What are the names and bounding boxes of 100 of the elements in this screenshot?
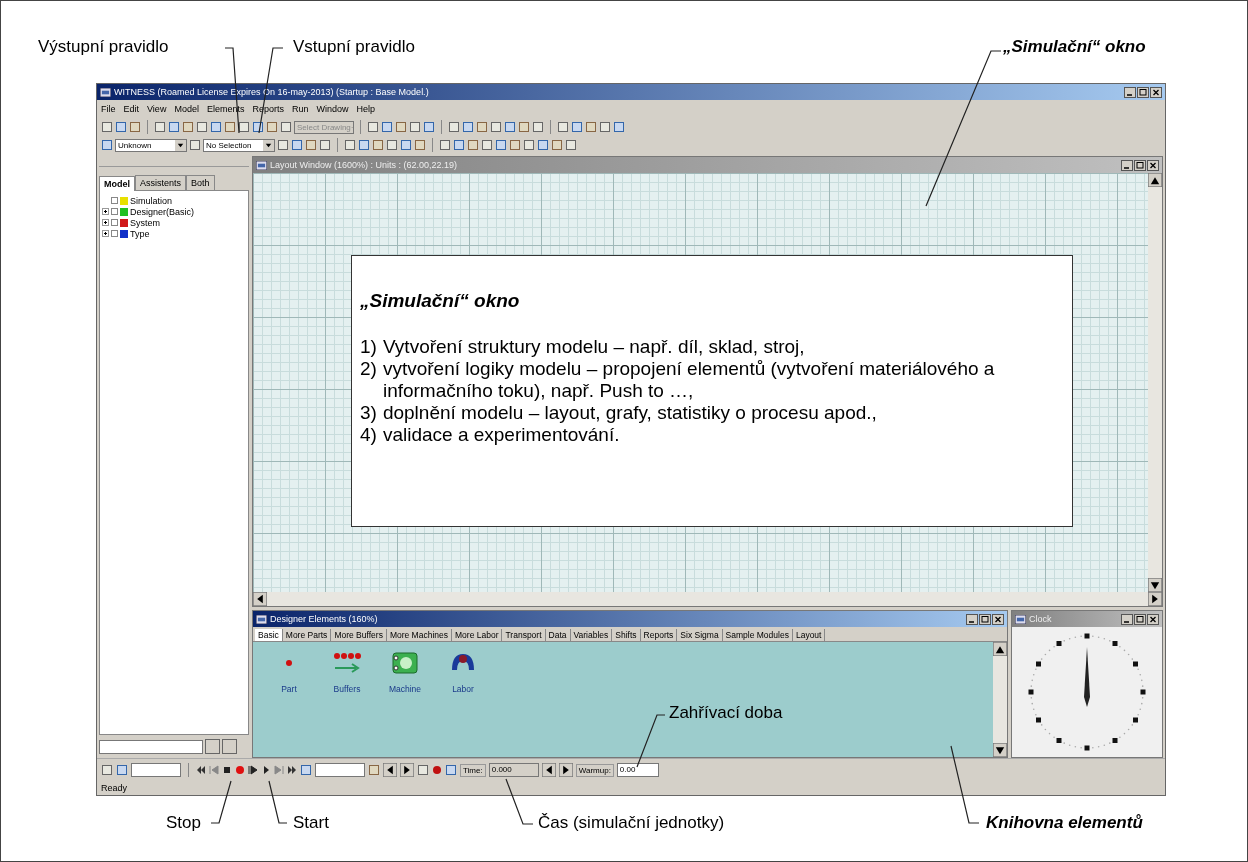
- note-item: doplnění modelu – layout, grafy, statistiky o procesu apod.,: [382, 402, 877, 424]
- maximize-button[interactable]: [1134, 613, 1146, 625]
- close-button[interactable]: [1147, 159, 1159, 171]
- callout-label: Výstupní pravidlo: [38, 37, 169, 57]
- expand-icon[interactable]: [102, 230, 109, 237]
- callout-label: Zahřívací doba: [669, 703, 783, 723]
- close-button[interactable]: [1150, 86, 1162, 98]
- panel-tab[interactable]: Model: [99, 176, 135, 191]
- element-tab[interactable]: Transport: [502, 629, 546, 641]
- element-tab[interactable]: Shifts: [612, 629, 641, 641]
- element-tab[interactable]: More Labor: [452, 629, 503, 641]
- filter-button[interactable]: [222, 739, 237, 754]
- checkbox[interactable]: [111, 197, 118, 204]
- window-title: Designer Elements (160%): [270, 614, 379, 624]
- scroll-right-button[interactable]: [1148, 592, 1162, 606]
- callout-label: Stop: [166, 813, 201, 833]
- window-title: WITNESS (Roamed License Expires On 16-may-2013) (Startup : Base Model.): [114, 87, 430, 97]
- step-icon[interactable]: [248, 765, 258, 775]
- checkbox[interactable]: [111, 230, 118, 237]
- maximize-button[interactable]: [979, 613, 991, 625]
- window-title: Layout Window (1600%) : Units : (62.00,22.19): [270, 160, 459, 170]
- tree-item[interactable]: Type: [130, 228, 150, 239]
- callout-label: Čas (simulační jednotky): [538, 813, 725, 833]
- time-field: 0.000: [488, 763, 539, 777]
- menu-item[interactable]: Window: [316, 104, 349, 114]
- leader-line: [268, 780, 288, 824]
- element-label: Buffers: [333, 684, 361, 694]
- callout-label: Vstupní pravidlo: [293, 37, 415, 57]
- scroll-up-button[interactable]: [1148, 173, 1162, 187]
- input-field[interactable]: [315, 763, 365, 777]
- checkbox[interactable]: [111, 219, 118, 226]
- toolbar-icon[interactable]: [252, 121, 264, 133]
- dots-arrow-icon[interactable]: [332, 650, 362, 676]
- panel-tab[interactable]: Both: [186, 175, 215, 190]
- selection-dropdown[interactable]: No Selection: [203, 138, 275, 152]
- element-tab[interactable]: Variables: [570, 629, 613, 641]
- scroll-right-button[interactable]: [400, 763, 414, 777]
- element-label: Labor: [452, 684, 474, 694]
- leader-line: [505, 778, 534, 825]
- search-field[interactable]: [99, 739, 203, 754]
- tree-item[interactable]: System: [130, 217, 160, 228]
- scroll-up-button[interactable]: [993, 642, 1007, 656]
- element-label: Machine: [388, 684, 422, 694]
- callout-label: Start: [293, 813, 329, 833]
- expand-icon[interactable]: [102, 219, 109, 226]
- maximize-button[interactable]: [1134, 159, 1146, 171]
- scroll-down-button[interactable]: [1148, 578, 1162, 592]
- note-item: Vytvoření struktury modelu – např. díl, sklad, stroj,: [382, 336, 805, 358]
- callout-label: „Simulační“ okno: [1003, 37, 1146, 57]
- type-dropdown[interactable]: Unknown: [115, 138, 187, 152]
- menu-item[interactable]: Model: [174, 104, 199, 114]
- menu-item[interactable]: Reports: [252, 104, 284, 114]
- rewind-icon[interactable]: [196, 765, 206, 775]
- menu-item[interactable]: Edit: [123, 104, 140, 114]
- panel-tab[interactable]: Assistents: [135, 175, 186, 190]
- time-label: Time:: [460, 763, 486, 777]
- stop-icon[interactable]: [222, 765, 232, 775]
- callout-label: Knihovna elementů: [986, 813, 1143, 833]
- menu-item[interactable]: Help: [356, 104, 375, 114]
- window-title: Clock: [1029, 614, 1053, 624]
- scroll-down-button[interactable]: [993, 743, 1007, 757]
- minimize-button[interactable]: [1124, 86, 1136, 98]
- warmup-label: Warmup:: [575, 763, 614, 777]
- menu-item[interactable]: File: [101, 104, 116, 114]
- element-tab[interactable]: Six Sigma: [677, 629, 723, 641]
- status-text: Ready: [101, 783, 127, 793]
- scroll-left-button[interactable]: [253, 592, 267, 606]
- close-button[interactable]: [1147, 613, 1159, 625]
- window-icon: [1015, 614, 1026, 624]
- minimize-button[interactable]: [966, 613, 978, 625]
- element-tab[interactable]: Basic: [255, 629, 283, 641]
- tree-item[interactable]: Simulation: [130, 195, 173, 206]
- close-button[interactable]: [992, 613, 1004, 625]
- leader-line: [636, 714, 666, 768]
- minimize-button[interactable]: [1121, 613, 1133, 625]
- scroll-right-button[interactable]: [558, 763, 573, 777]
- maximize-button[interactable]: [1137, 86, 1149, 98]
- menu-item[interactable]: Run: [291, 104, 309, 114]
- item-number: 2): [360, 358, 377, 381]
- fast-forward-icon[interactable]: [287, 765, 297, 775]
- element-label: Part: [281, 684, 297, 694]
- input-field[interactable]: [131, 763, 181, 777]
- window-icon: [100, 87, 111, 97]
- note-item: validace a experimentování.: [382, 424, 620, 446]
- scroll-left-button[interactable]: [541, 763, 556, 777]
- leader-line: [210, 780, 232, 824]
- find-button[interactable]: [205, 739, 220, 754]
- scroll-left-button[interactable]: [383, 763, 397, 777]
- item-number: 4): [360, 424, 377, 446]
- warmup-field[interactable]: 0.00: [616, 763, 659, 777]
- checkbox[interactable]: [111, 208, 118, 215]
- machine-icon[interactable]: [390, 650, 420, 676]
- tree-item[interactable]: Designer(Basic): [130, 206, 195, 217]
- item-number: 3): [360, 402, 377, 424]
- record-icon[interactable]: [432, 765, 442, 775]
- play-icon[interactable]: [261, 765, 271, 775]
- menu-item[interactable]: View: [147, 104, 167, 114]
- expand-icon[interactable]: [102, 208, 109, 215]
- toolbar-icon[interactable]: [238, 121, 250, 133]
- minimize-button[interactable]: [1121, 159, 1133, 171]
